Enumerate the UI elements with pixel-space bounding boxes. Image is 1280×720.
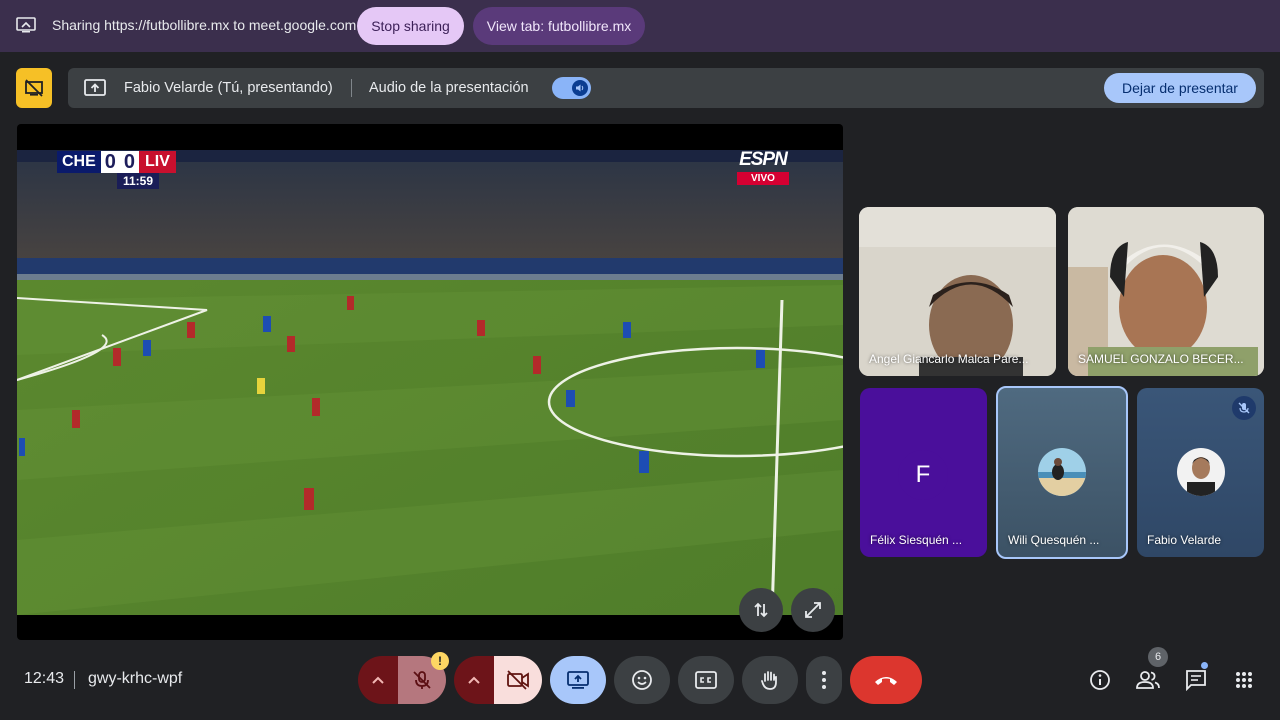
shared-screen: CHE 0 0 LIV 11:59 ESPN VIVO (17, 124, 843, 640)
participant-name: Félix Siesquén ... (870, 533, 963, 547)
chat-button[interactable] (1182, 666, 1210, 694)
apps-grid-icon (1236, 672, 1252, 688)
broadcaster-logo: ESPN VIVO (737, 149, 789, 185)
swap-layout-button[interactable] (739, 588, 783, 632)
present-screen-icon (567, 671, 589, 689)
match-clock: 11:59 (117, 173, 160, 189)
activities-button[interactable] (1230, 666, 1258, 694)
meeting-details-button[interactable] (1086, 666, 1114, 694)
live-label: VIVO (737, 172, 789, 185)
participant-video (859, 207, 1056, 376)
presenting-bar: Fabio Velarde (Tú, presentando) Audio de… (68, 68, 1264, 108)
participant-name: SAMUEL GONZALO BECER... (1078, 352, 1244, 366)
screen-share-icon (16, 17, 36, 33)
camera-off-icon (507, 670, 529, 690)
avatar (1177, 448, 1225, 496)
presentation-warning-button[interactable] (16, 68, 52, 108)
participant-tile-samuel[interactable]: SAMUEL GONZALO BECER... (1068, 207, 1264, 376)
swap-arrows-icon (754, 602, 768, 618)
participant-tile-angel[interactable]: Angel Giancarlo Malca Pare... (859, 207, 1056, 376)
meeting-code: gwy-krhc-wpf (88, 670, 183, 687)
presentation-audio-label: Audio de la presentación (369, 80, 529, 96)
participant-name: Wili Quesquén ... (1008, 533, 1100, 547)
camera-control-group (454, 656, 542, 704)
divider (351, 79, 352, 97)
scoreboard: CHE 0 0 LIV (57, 151, 176, 173)
home-team: CHE (57, 151, 101, 173)
chevron-up-icon (372, 676, 384, 684)
participant-tile-felix[interactable]: F Félix Siesquén ... (860, 388, 987, 557)
warning-badge-icon: ! (431, 652, 449, 670)
chevron-up-icon (468, 676, 480, 684)
sharing-bar: Sharing https://futbollibre.mx to meet.g… (0, 0, 1280, 52)
away-team: LIV (139, 151, 176, 173)
no-presentation-icon (25, 79, 43, 97)
people-count-badge: 6 (1148, 647, 1168, 667)
info-icon (1090, 670, 1110, 690)
volume-icon (572, 80, 588, 96)
people-icon (1136, 671, 1160, 689)
chat-icon (1186, 670, 1206, 691)
fullscreen-button[interactable] (791, 588, 835, 632)
away-score: 0 (119, 151, 140, 173)
stop-presenting-button[interactable]: Dejar de presentar (1104, 73, 1256, 103)
participant-name: Angel Giancarlo Malca Pare... (869, 352, 1029, 366)
participant-video (1068, 207, 1264, 376)
leave-call-button[interactable] (850, 656, 922, 704)
raise-hand-button[interactable] (742, 656, 798, 704)
more-vert-icon (822, 671, 826, 689)
people-button[interactable] (1134, 666, 1162, 694)
espn-logo: ESPN (739, 149, 788, 170)
home-score: 0 (100, 151, 120, 173)
present-now-button[interactable] (550, 656, 606, 704)
presentation-audio-toggle[interactable] (552, 77, 591, 99)
football-broadcast-video (17, 150, 843, 615)
current-time: 12:43 (24, 670, 65, 687)
avatar: F (898, 450, 948, 500)
mic-off-icon (413, 671, 431, 689)
unread-indicator (1201, 662, 1208, 669)
avatar (1038, 448, 1086, 496)
present-screen-icon (84, 79, 106, 96)
expand-icon (805, 602, 821, 618)
presenter-name: Fabio Velarde (Tú, presentando) (124, 80, 333, 96)
participant-name: Fabio Velarde (1147, 533, 1222, 547)
view-tab-button[interactable]: View tab: futbollibre.mx (473, 7, 645, 45)
captions-button[interactable] (678, 656, 734, 704)
muted-mic-icon (1232, 396, 1256, 420)
audio-settings-button[interactable] (358, 656, 398, 704)
divider (74, 671, 75, 689)
hand-icon (761, 671, 777, 690)
emoji-icon (632, 670, 652, 690)
participant-tile-fabio[interactable]: Fabio Velarde (1137, 388, 1264, 557)
camera-toggle-button[interactable] (494, 656, 542, 704)
more-options-button[interactable] (806, 656, 842, 704)
participant-tile-wili[interactable]: Wili Quesquén ... (996, 386, 1128, 559)
video-settings-button[interactable] (454, 656, 494, 704)
reactions-button[interactable] (614, 656, 670, 704)
hang-up-icon (875, 677, 897, 685)
closed-captions-icon (695, 671, 717, 689)
stop-sharing-button[interactable]: Stop sharing (357, 7, 464, 45)
sharing-status-text: Sharing https://futbollibre.mx to meet.g… (52, 17, 357, 33)
